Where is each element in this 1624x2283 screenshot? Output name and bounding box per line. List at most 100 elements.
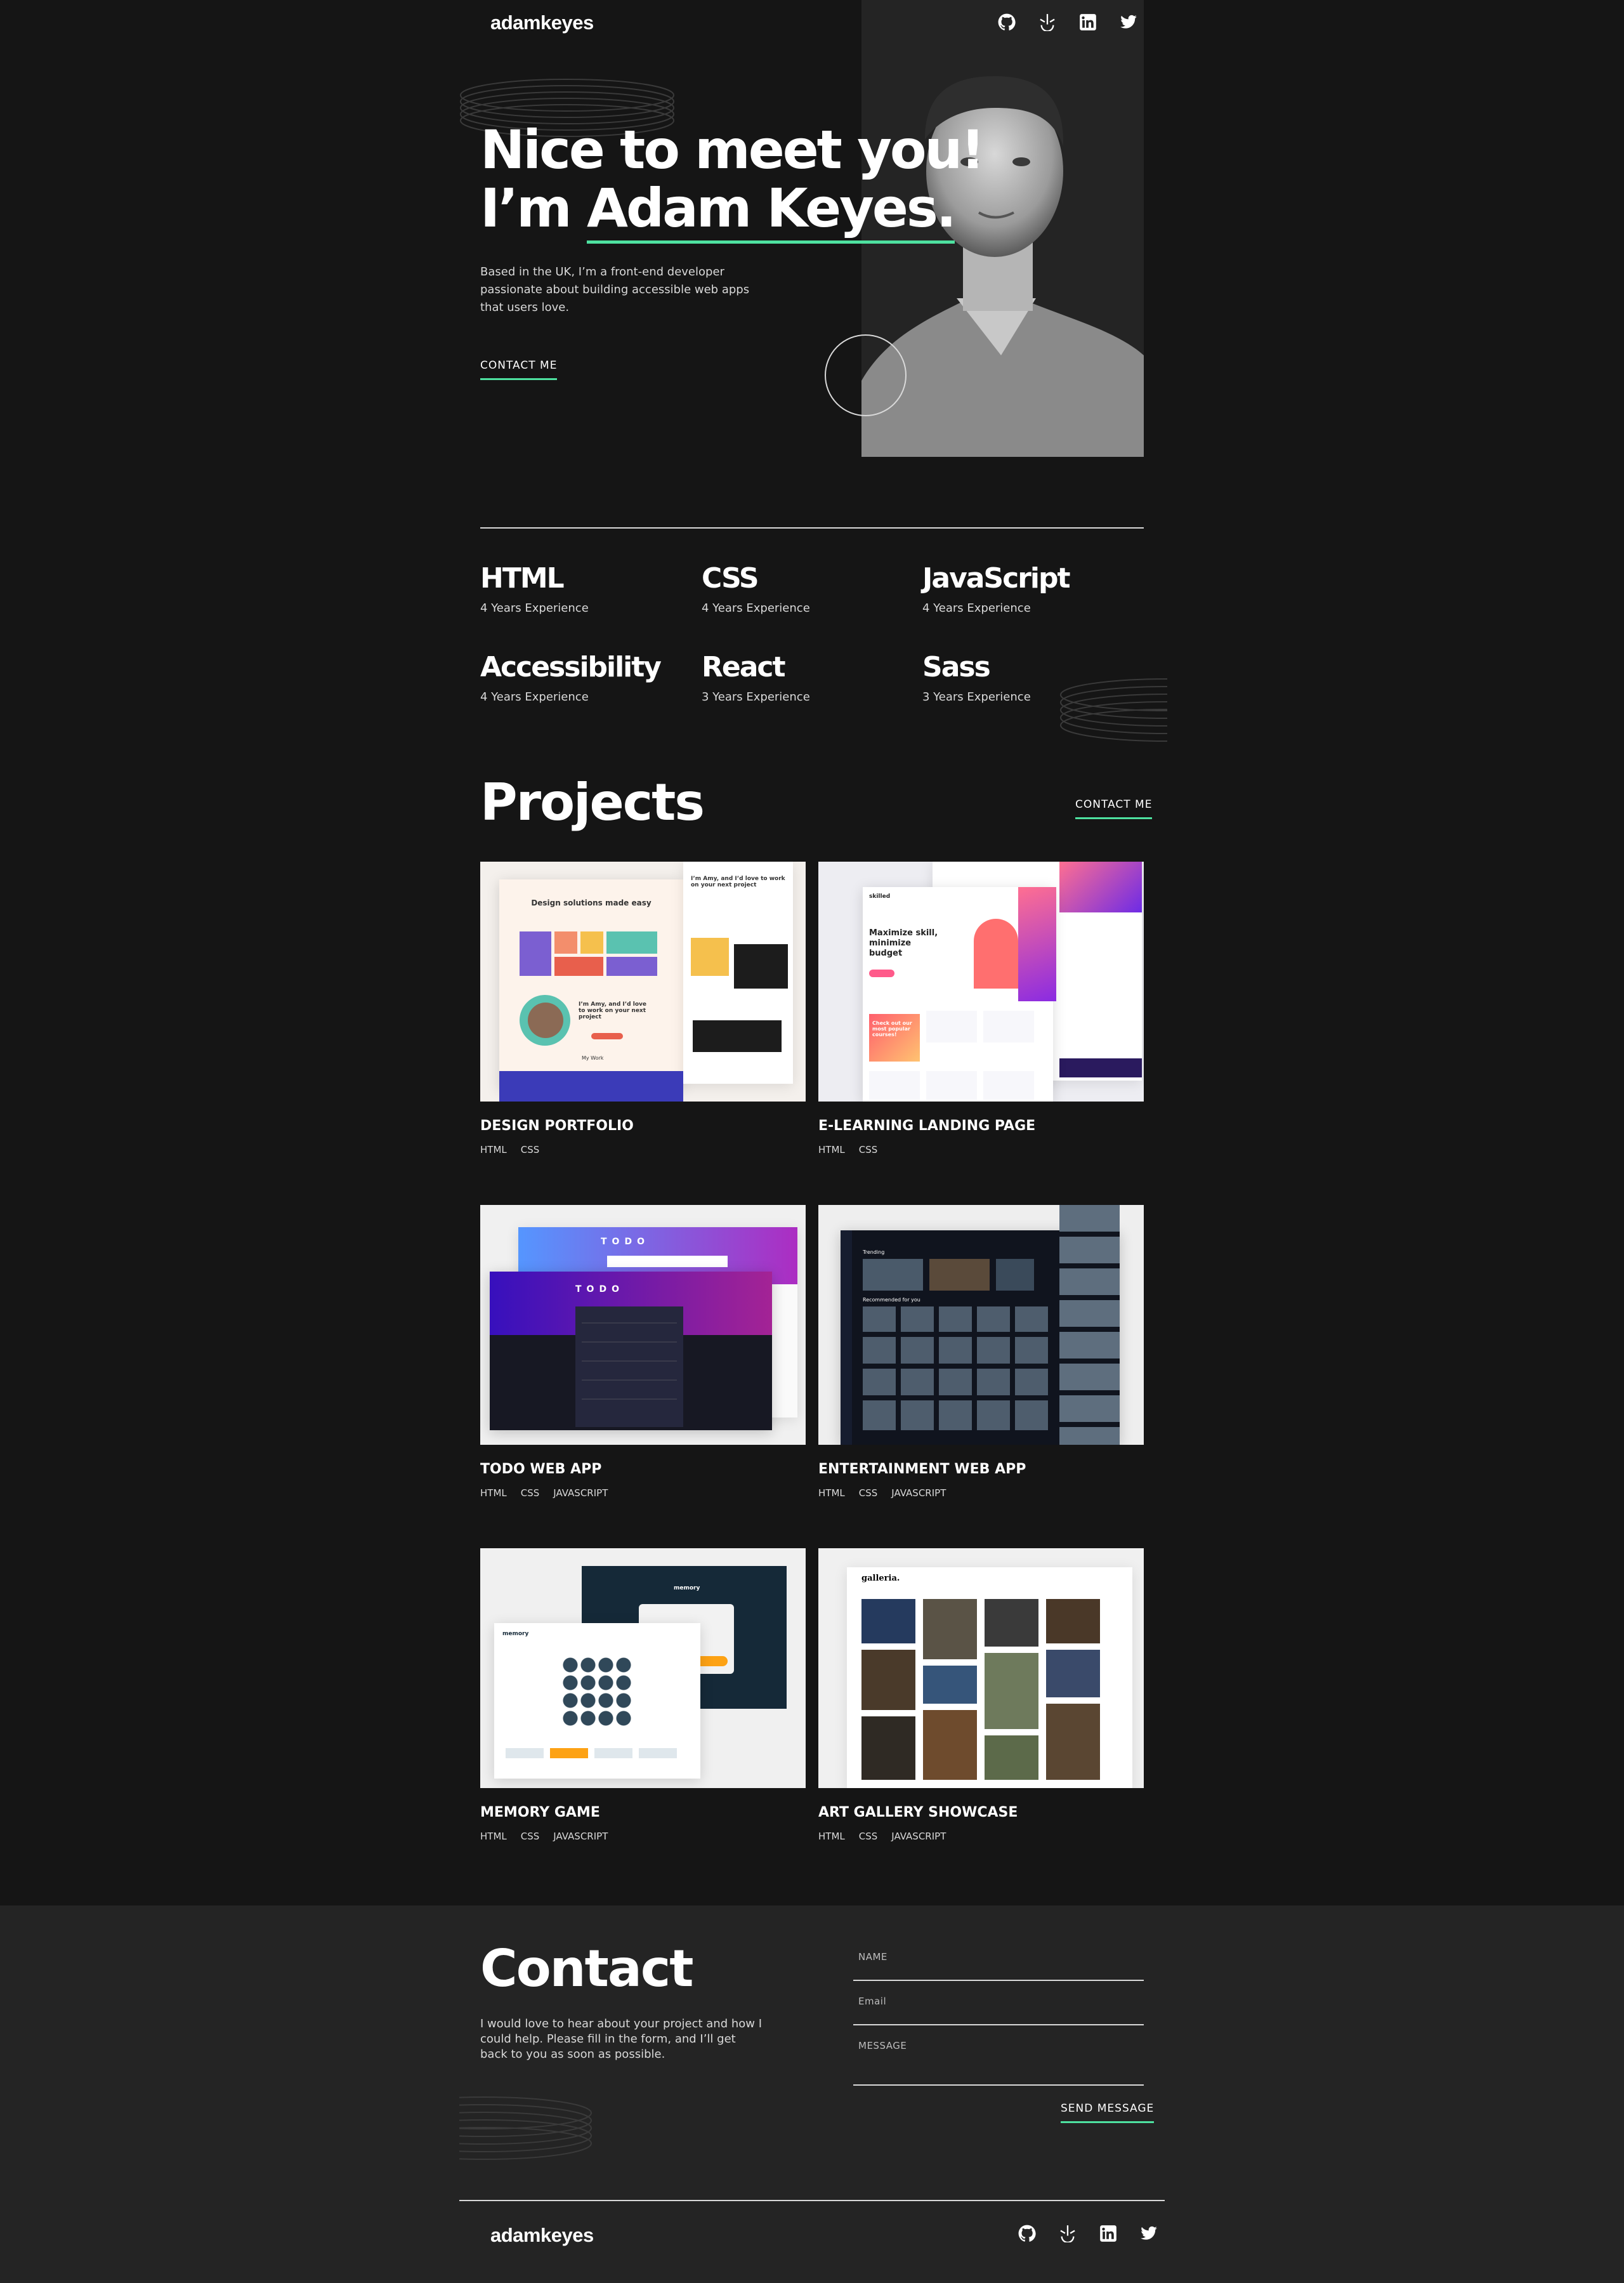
message-field[interactable]: MESSAGE [853,2040,1144,2086]
skill-experience: 4 Years Experience [480,690,589,704]
skill-experience: 4 Years Experience [922,602,1031,615]
hero-title: Nice to meet you! I’m Adam Keyes. [480,119,985,244]
hero-greeting: Nice to meet you! [480,119,985,181]
skill-experience: 3 Years Experience [702,690,810,704]
skill-experience: 4 Years Experience [702,602,810,615]
github-icon[interactable] [997,13,1016,32]
skill-experience: 4 Years Experience [480,602,589,615]
project-thumbnail[interactable]: Trending Recommended for you [818,1205,1144,1445]
skill-experience: 3 Years Experience [922,690,1031,704]
email-placeholder: Email [858,1996,887,2007]
skill-name: JavaScript [922,562,1071,595]
social-links [997,13,1138,32]
tag: JAVASCRIPT [891,1831,946,1842]
tag: CSS [858,1831,878,1842]
tag: CSS [520,1144,540,1155]
project-thumbnail[interactable]: Design solutions made easy I’m Amy, and … [480,862,806,1102]
thumb-heading: memory [502,1631,529,1637]
github-icon[interactable] [1018,2224,1037,2243]
hero-name: Adam Keyes. [586,177,957,244]
skill-name: HTML [480,562,565,595]
twitter-icon[interactable] [1119,13,1138,32]
project-title: E-LEARNING LANDING PAGE [818,1118,1036,1134]
project-thumbnail[interactable]: galleria. [818,1548,1144,1788]
project-thumbnail[interactable]: skilled Maximize skill, minimize budget … [818,862,1144,1102]
skill-html: HTML 4 Years Experience [480,561,702,615]
project-thumbnail[interactable]: memory memory [480,1548,806,1788]
skill-javascript: JavaScript 4 Years Experience [922,561,1144,615]
hero-contact-button[interactable]: CONTACT ME [480,359,558,380]
skill-name: CSS [702,562,759,595]
project-title: TODO WEB APP [480,1461,602,1477]
hero-description: Based in the UK, I’m a front-end develop… [480,265,750,314]
hero-prefix: I’m [480,177,587,239]
skill-name: Sass [922,651,991,683]
projects-contact-button[interactable]: CONTACT ME [1075,798,1153,819]
project-card[interactable]: TODO TODO TODO WEB APP HTML CSS JAVASCRI… [480,1205,806,1499]
skill-css: CSS 4 Years Experience [702,561,924,615]
footer-social-links [1018,2224,1158,2243]
tag: JAVASCRIPT [553,1487,608,1499]
tag: HTML [818,1831,845,1842]
project-title: DESIGN PORTFOLIO [480,1118,634,1134]
skill-name: React [702,651,786,683]
project-thumbnail[interactable]: TODO TODO [480,1205,806,1445]
footer-logo[interactable]: adamkeyes [490,2224,594,2247]
project-title: ENTERTAINMENT WEB APP [818,1461,1026,1477]
project-tags: HTML CSS JAVASCRIPT [480,1487,806,1499]
project-title: MEMORY GAME [480,1805,600,1820]
message-placeholder: MESSAGE [858,2040,907,2051]
contact-title: Contact [480,1939,694,1998]
thumb-sub: I’m Amy, and I’d love to work on your ne… [579,1001,646,1020]
project-tags: HTML CSS JAVASCRIPT [480,1831,806,1842]
project-tags: HTML CSS [818,1144,1144,1155]
tag: HTML [818,1487,845,1499]
project-tags: HTML CSS [480,1144,806,1155]
project-card[interactable]: Design solutions made easy I’m Amy, and … [480,862,806,1155]
thumb-sub: Recommended for you [863,1297,920,1303]
frontend-mentor-icon[interactable] [1058,2224,1077,2243]
project-card[interactable]: memory memory MEMORY GAME HTML CSS JAVAS… [480,1548,806,1842]
thumb-caption: Check out our most popular courses! [872,1020,912,1037]
tag: HTML [480,1487,507,1499]
email-field[interactable]: Email [853,1996,1144,2025]
tag: JAVASCRIPT [891,1487,946,1499]
project-card[interactable]: galleria. ART GALLERY SHOWCASE HTML CSS … [818,1548,1144,1842]
contact-section [0,1905,1624,2283]
decorative-circle [825,334,907,416]
skill-accessibility: Accessibility 4 Years Experience [480,650,702,704]
thumb-heading: Maximize skill, minimize budget [869,928,938,958]
thumb-sub: I’m Amy, and I’d love to work on your ne… [691,876,785,888]
linkedin-icon[interactable] [1099,2224,1118,2243]
tag: CSS [858,1144,878,1155]
tag: JAVASCRIPT [553,1831,608,1842]
linkedin-icon[interactable] [1078,13,1097,32]
tag: HTML [480,1831,507,1842]
project-card[interactable]: skilled Maximize skill, minimize budget … [818,862,1144,1155]
projects-title: Projects [480,773,705,832]
skill-name: Accessibility [480,651,662,683]
tag: HTML [818,1144,845,1155]
project-tags: HTML CSS JAVASCRIPT [818,1831,1144,1842]
project-title: ART GALLERY SHOWCASE [818,1805,1018,1820]
footer-divider [459,2200,1165,2201]
divider [480,527,1144,529]
twitter-icon[interactable] [1139,2224,1158,2243]
project-card[interactable]: Trending Recommended for you ENTERTAINME… [818,1205,1144,1499]
thumb-caption: My Work [582,1055,604,1061]
send-message-button[interactable]: SEND MESSAGE [1061,2102,1155,2123]
skill-sass: Sass 3 Years Experience [922,650,1144,704]
name-field[interactable]: NAME [853,1951,1144,1981]
thumb-heading: galleria. [861,1574,900,1583]
tag: CSS [520,1831,540,1842]
logo[interactable]: adamkeyes [490,11,594,34]
thumb-heading: Design solutions made easy [531,898,652,907]
project-tags: HTML CSS JAVASCRIPT [818,1487,1144,1499]
frontend-mentor-icon[interactable] [1038,13,1057,32]
contact-description: I would love to hear about your project … [480,2017,763,2061]
tag: CSS [520,1487,540,1499]
tag: HTML [480,1144,507,1155]
thumb-heading: Trending [863,1249,885,1255]
thumb-heading: TODO [601,1237,650,1247]
thumb-heading: TODO [575,1284,624,1294]
